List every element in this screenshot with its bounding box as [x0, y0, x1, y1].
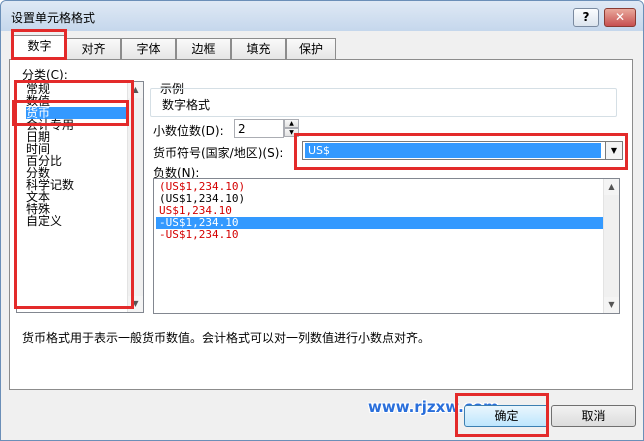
spin-up-icon[interactable]: ▲ — [284, 119, 299, 128]
currency-symbol-select[interactable]: US$ ▼ — [302, 141, 623, 160]
decimal-places-label: 小数位数(D): — [153, 124, 224, 138]
decimal-places-input[interactable]: 2 — [234, 119, 284, 138]
scroll-up-arrow-icon[interactable]: ▲ — [128, 82, 143, 98]
close-button[interactable]: ✕ — [604, 8, 636, 27]
negative-numbers-list[interactable]: (US$1,234.10) (US$1,234.10) US$1,234.10 … — [153, 178, 620, 314]
tab-fill[interactable]: 填充 — [231, 38, 286, 59]
sample-groupbox: 数字格式 — [150, 88, 617, 117]
currency-symbol-value: US$ — [305, 143, 601, 158]
scroll-down-arrow-icon[interactable]: ▼ — [604, 297, 619, 313]
scroll-up-arrow-icon[interactable]: ▲ — [604, 179, 619, 195]
format-description: 货币格式用于表示一般货币数值。会计格式可以对一列数值进行小数点对齐。 — [22, 331, 431, 345]
currency-symbol-label: 货币符号(国家/地区)(S): — [153, 146, 284, 160]
tab-alignment[interactable]: 对齐 — [66, 38, 121, 59]
tab-font[interactable]: 字体 — [121, 38, 176, 59]
dialog-title: 设置单元格格式 — [11, 11, 96, 25]
help-button[interactable]: ? — [573, 8, 599, 27]
tab-number[interactable]: 数字 — [12, 35, 67, 60]
spin-down-icon[interactable]: ▼ — [284, 128, 299, 137]
ok-button[interactable]: 确定 — [464, 405, 549, 427]
title-bar: 设置单元格格式 ? ✕ — [1, 1, 643, 31]
category-item-custom[interactable]: 自定义 — [26, 215, 129, 227]
sample-value: 数字格式 — [162, 98, 211, 112]
tab-border[interactable]: 边框 — [176, 38, 231, 59]
dropdown-arrow-icon[interactable]: ▼ — [605, 142, 622, 159]
category-scrollbar[interactable]: ▲ ▼ — [127, 82, 143, 312]
negative-scrollbar[interactable]: ▲ ▼ — [603, 179, 619, 313]
negative-item[interactable]: -US$1,234.10 — [156, 229, 604, 241]
scroll-down-arrow-icon[interactable]: ▼ — [128, 296, 143, 312]
category-list[interactable]: 常规 数值 货币 会计专用 日期 时间 百分比 分数 科学记数 文本 特殊 自定… — [16, 81, 144, 313]
tab-protection[interactable]: 保护 — [286, 38, 336, 59]
cancel-button[interactable]: 取消 — [551, 405, 636, 427]
